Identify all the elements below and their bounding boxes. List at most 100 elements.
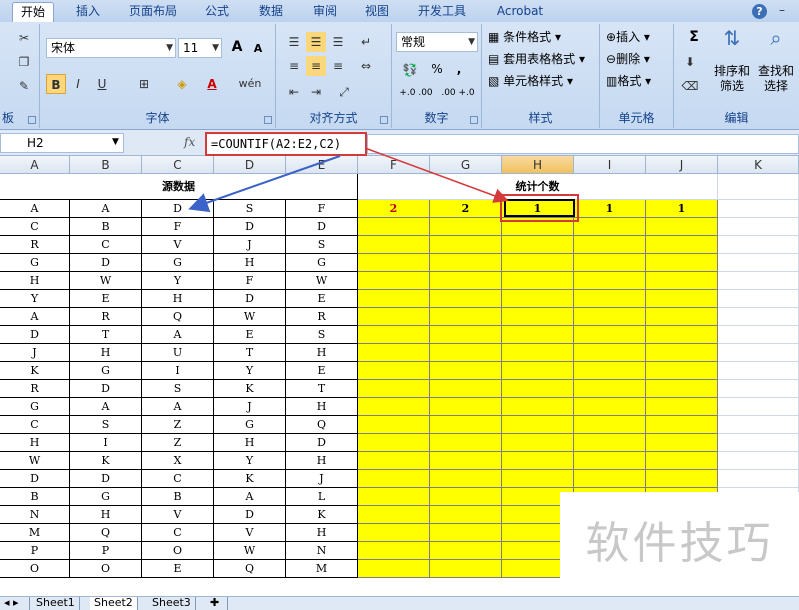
highlighted-cell[interactable] bbox=[574, 380, 646, 398]
highlighted-cell[interactable] bbox=[430, 506, 502, 524]
highlighted-cell[interactable] bbox=[646, 416, 718, 434]
highlighted-cell[interactable] bbox=[574, 308, 646, 326]
highlighted-cell[interactable] bbox=[358, 308, 430, 326]
highlighted-cell[interactable] bbox=[430, 524, 502, 542]
grid-cell[interactable]: D bbox=[214, 290, 286, 308]
grid-cell[interactable]: B bbox=[0, 488, 70, 506]
name-box[interactable]: H2 bbox=[0, 133, 124, 153]
highlighted-cell[interactable] bbox=[430, 308, 502, 326]
highlighted-cell[interactable] bbox=[430, 434, 502, 452]
grid-cell[interactable] bbox=[718, 380, 799, 398]
grid-cell[interactable] bbox=[718, 416, 799, 434]
grid-cell[interactable]: Y bbox=[0, 290, 70, 308]
grid-cell[interactable]: K bbox=[214, 470, 286, 488]
grid-cell[interactable]: J bbox=[214, 398, 286, 416]
highlighted-cell[interactable] bbox=[574, 326, 646, 344]
grid-cell[interactable]: K bbox=[214, 380, 286, 398]
highlighted-cell[interactable] bbox=[646, 254, 718, 272]
tab-home[interactable]: 开始 bbox=[12, 2, 54, 22]
highlighted-cell[interactable] bbox=[358, 380, 430, 398]
highlighted-cell[interactable] bbox=[430, 416, 502, 434]
grid-cell[interactable] bbox=[718, 326, 799, 344]
grid-cell[interactable]: O bbox=[0, 560, 70, 578]
highlighted-cell[interactable] bbox=[646, 290, 718, 308]
column-header-e[interactable]: E bbox=[286, 156, 358, 174]
decrease-indent-icon[interactable]: ⇤ bbox=[284, 82, 304, 102]
highlighted-cell[interactable] bbox=[502, 236, 574, 254]
grid-cell[interactable]: M bbox=[0, 524, 70, 542]
minimize-ribbon-icon[interactable]: – bbox=[774, 3, 790, 19]
grid-cell[interactable]: Z bbox=[142, 434, 214, 452]
insert-function-icon[interactable]: fx bbox=[184, 135, 202, 149]
grid-cell[interactable]: Q bbox=[214, 560, 286, 578]
grid-cell[interactable] bbox=[718, 290, 799, 308]
grid-cell[interactable]: R bbox=[70, 308, 142, 326]
count-header[interactable]: 统计个数 bbox=[358, 174, 718, 200]
highlighted-cell[interactable] bbox=[358, 416, 430, 434]
highlighted-cell[interactable] bbox=[358, 236, 430, 254]
grid-cell[interactable]: S bbox=[214, 200, 286, 218]
grid-cell[interactable]: D bbox=[142, 200, 214, 218]
grid-cell[interactable]: J bbox=[286, 470, 358, 488]
grid-cell[interactable]: W bbox=[214, 542, 286, 560]
grid-cell[interactable]: G bbox=[70, 488, 142, 506]
grid-cell[interactable]: D bbox=[214, 218, 286, 236]
cut-icon[interactable]: ✂ bbox=[14, 28, 34, 48]
tab-review[interactable]: 审阅 bbox=[304, 2, 346, 22]
grid-cell[interactable] bbox=[718, 398, 799, 416]
highlighted-cell[interactable] bbox=[430, 290, 502, 308]
highlighted-cell[interactable] bbox=[358, 326, 430, 344]
grid-cell[interactable] bbox=[718, 272, 799, 290]
grid-cell[interactable]: D bbox=[286, 434, 358, 452]
highlighted-cell[interactable] bbox=[646, 470, 718, 488]
format-as-table-button[interactable]: ▤ 套用表格格式 ▾ bbox=[488, 50, 598, 70]
font-color-icon[interactable]: A bbox=[202, 74, 222, 94]
highlighted-cell[interactable] bbox=[502, 344, 574, 362]
highlighted-cell[interactable] bbox=[502, 326, 574, 344]
grid-cell[interactable]: H bbox=[70, 344, 142, 362]
highlighted-cell[interactable] bbox=[646, 344, 718, 362]
grid-cell[interactable]: A bbox=[70, 398, 142, 416]
align-left-icon[interactable]: ≡ bbox=[284, 56, 304, 76]
grid-cell[interactable]: H bbox=[0, 272, 70, 290]
font-launcher-icon[interactable] bbox=[264, 116, 272, 124]
grid-cell[interactable]: Y bbox=[214, 362, 286, 380]
highlighted-cell[interactable] bbox=[646, 236, 718, 254]
column-header-j[interactable]: J bbox=[646, 156, 718, 174]
highlighted-cell[interactable] bbox=[358, 560, 430, 578]
column-header-f[interactable]: F bbox=[358, 156, 430, 174]
formula-input-extension[interactable] bbox=[367, 134, 799, 154]
grid-cell[interactable]: S bbox=[286, 236, 358, 254]
insert-sheet-icon[interactable]: ✚ bbox=[206, 597, 228, 610]
grid-cell[interactable]: J bbox=[0, 344, 70, 362]
grid-cell[interactable] bbox=[718, 344, 799, 362]
grid-cell[interactable]: H bbox=[286, 452, 358, 470]
grid-cell[interactable]: S bbox=[70, 416, 142, 434]
grid-cell[interactable]: A bbox=[142, 326, 214, 344]
wrap-text-icon[interactable]: ↵ bbox=[356, 32, 376, 52]
grid-cell[interactable]: C bbox=[0, 218, 70, 236]
align-bottom-icon[interactable]: ☰ bbox=[328, 32, 348, 52]
highlighted-cell[interactable] bbox=[430, 218, 502, 236]
align-top-icon[interactable]: ☰ bbox=[284, 32, 304, 52]
grid-cell[interactable]: K bbox=[0, 362, 70, 380]
grid-cell[interactable]: H bbox=[286, 524, 358, 542]
highlighted-cell[interactable] bbox=[574, 218, 646, 236]
grid-cell[interactable]: Q bbox=[70, 524, 142, 542]
align-middle-icon[interactable]: ☰ bbox=[306, 32, 326, 52]
grid-cell[interactable]: X bbox=[142, 452, 214, 470]
count-cell[interactable]: 1 bbox=[574, 200, 646, 218]
grid-cell[interactable]: F bbox=[142, 218, 214, 236]
column-header-b[interactable]: B bbox=[70, 156, 142, 174]
grid-cell[interactable]: E bbox=[70, 290, 142, 308]
grid-cell[interactable]: C bbox=[142, 470, 214, 488]
highlighted-cell[interactable] bbox=[574, 236, 646, 254]
highlighted-cell[interactable] bbox=[502, 470, 574, 488]
highlighted-cell[interactable] bbox=[646, 434, 718, 452]
highlighted-cell[interactable] bbox=[358, 524, 430, 542]
number-format-select[interactable]: 常规 ▼ bbox=[396, 32, 478, 52]
column-header-g[interactable]: G bbox=[430, 156, 502, 174]
grid-cell[interactable]: W bbox=[286, 272, 358, 290]
sheet-tab-3[interactable]: Sheet3 bbox=[148, 597, 196, 610]
grid-cell[interactable]: G bbox=[0, 398, 70, 416]
